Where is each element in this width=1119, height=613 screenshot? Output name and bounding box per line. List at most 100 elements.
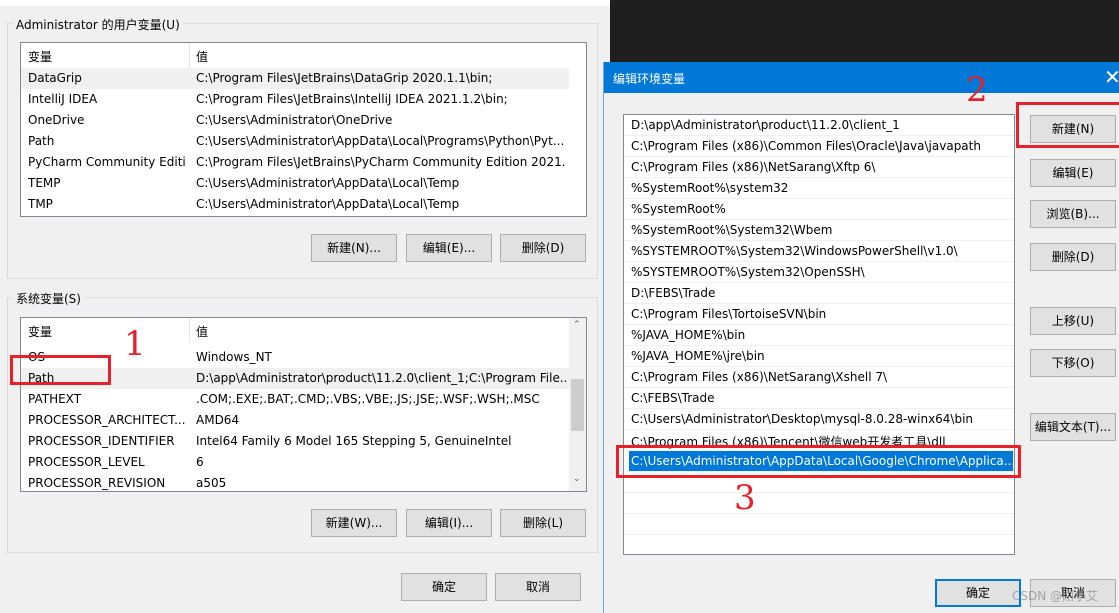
path-list-item[interactable]: %SYSTEMROOT%\System32\WindowsPowerShell\… bbox=[624, 241, 1014, 262]
annotation-step-3: 3 bbox=[734, 478, 756, 518]
table-row[interactable]: PROCESSOR_REVISION a505 bbox=[21, 473, 569, 491]
column-header-name[interactable]: 变量 bbox=[28, 323, 52, 340]
variable-value: Windows_NT bbox=[196, 350, 272, 364]
cancel-button[interactable]: 取消 bbox=[495, 573, 581, 601]
system-delete-button[interactable]: 删除(L) bbox=[500, 509, 586, 537]
ok-button[interactable]: 确定 bbox=[401, 573, 487, 601]
variable-value: .COM;.EXE;.BAT;.CMD;.VBS;.VBE;.JS;.JSE;.… bbox=[196, 392, 540, 406]
variable-name: Path bbox=[28, 134, 55, 148]
system-variables-title: 系统变量(S) bbox=[13, 290, 84, 307]
table-row[interactable]: OneDrive C:\Users\Administrator\OneDrive bbox=[21, 110, 569, 131]
path-list-item[interactable]: C:\FEBS\Trade bbox=[624, 388, 1014, 409]
dialog-browse-button[interactable]: 浏览(B)... bbox=[1030, 200, 1116, 228]
path-list-item[interactable]: C:\Program Files\TortoiseSVN\bin bbox=[624, 304, 1014, 325]
path-list-item[interactable]: %JAVA_HOME%\bin bbox=[624, 325, 1014, 346]
dialog-move-up-button[interactable]: 上移(U) bbox=[1030, 307, 1116, 335]
annotation-box-1 bbox=[10, 355, 111, 385]
background-window bbox=[610, 0, 1119, 62]
dialog-title: 编辑环境变量 bbox=[613, 72, 686, 86]
variable-value: 6 bbox=[196, 455, 204, 469]
table-row[interactable]: PATHEXT .COM;.EXE;.BAT;.CMD;.VBS;.VBE;.JS… bbox=[21, 389, 569, 410]
variable-value: AMD64 bbox=[196, 413, 240, 427]
path-list-item[interactable]: %SystemRoot%\System32\Wbem bbox=[624, 220, 1014, 241]
scrollbar-thumb[interactable] bbox=[571, 379, 584, 431]
table-row[interactable]: PROCESSOR_ARCHITECT... AMD64 bbox=[21, 410, 569, 431]
watermark: CSDN @刚小艾 bbox=[1012, 589, 1099, 603]
annotation-step-2: 2 bbox=[966, 70, 988, 110]
table-row[interactable]: Path C:\Users\Administrator\AppData\Local… bbox=[21, 131, 569, 152]
table-row[interactable]: PyCharm Community Editi... C:\Program Fil… bbox=[21, 152, 569, 173]
dialog-delete-button[interactable]: 删除(D) bbox=[1030, 243, 1116, 271]
annotation-box-2 bbox=[1016, 102, 1119, 148]
variable-name: DataGrip bbox=[28, 71, 82, 85]
table-row[interactable]: IntelliJ IDEA C:\Program Files\JetBrains\… bbox=[21, 89, 569, 110]
path-list-item[interactable]: D:\app\Administrator\product\11.2.0\clie… bbox=[624, 115, 1014, 136]
column-divider[interactable] bbox=[189, 43, 190, 68]
path-list[interactable]: D:\app\Administrator\product\11.2.0\clie… bbox=[623, 114, 1015, 555]
empty-list-row[interactable] bbox=[624, 493, 1014, 514]
path-list-item[interactable]: C:\Users\Administrator\Desktop\mysql-8.0… bbox=[624, 409, 1014, 430]
variable-value: C:\Program Files\JetBrains\DataGrip 2020… bbox=[196, 71, 493, 85]
path-list-item[interactable]: %JAVA_HOME%\jre\bin bbox=[624, 346, 1014, 367]
variable-value: C:\Users\Administrator\AppData\Local\Tem… bbox=[196, 197, 460, 211]
system-new-button[interactable]: 新建(W)... bbox=[311, 509, 397, 537]
column-header-value[interactable]: 值 bbox=[196, 48, 208, 65]
variable-value: C:\Program Files\JetBrains\PyCharm Commu… bbox=[196, 155, 566, 169]
annotation-step-1: 1 bbox=[124, 324, 146, 364]
table-row[interactable]: DataGrip C:\Program Files\JetBrains\DataG… bbox=[21, 68, 569, 89]
table-row[interactable]: TMP C:\Users\Administrator\AppData\Local\… bbox=[21, 194, 569, 215]
scrollbar[interactable]: ⌃ ⌄ bbox=[569, 318, 586, 491]
variable-value: C:\Users\Administrator\AppData\Local\Pro… bbox=[196, 134, 565, 148]
scroll-up-icon[interactable]: ⌃ bbox=[573, 320, 581, 330]
path-list-item[interactable]: %SystemRoot% bbox=[624, 199, 1014, 220]
window-top-edge bbox=[0, 0, 610, 6]
variable-name: PROCESSOR_LEVEL bbox=[28, 455, 145, 469]
path-list-item[interactable]: C:\Program Files (x86)\Common Files\Orac… bbox=[624, 136, 1014, 157]
path-list-item[interactable]: C:\Program Files (x86)\NetSarang\Xshell … bbox=[624, 367, 1014, 388]
variable-value: Intel64 Family 6 Model 165 Stepping 5, G… bbox=[196, 434, 512, 448]
annotation-box-3 bbox=[616, 445, 1021, 478]
variable-name: OneDrive bbox=[28, 113, 85, 127]
path-list-item[interactable]: D:\FEBS\Trade bbox=[624, 283, 1014, 304]
user-variables-list[interactable]: 变量 值 DataGrip C:\Program Files\JetBrains\… bbox=[20, 42, 587, 217]
column-divider[interactable] bbox=[189, 318, 190, 343]
table-row[interactable]: TEMP C:\Users\Administrator\AppData\Local… bbox=[21, 173, 569, 194]
column-header-name[interactable]: 变量 bbox=[28, 48, 52, 65]
empty-list-row[interactable] bbox=[624, 514, 1014, 535]
dialog-move-down-button[interactable]: 下移(O) bbox=[1030, 349, 1116, 377]
table-row[interactable]: PROCESSOR_IDENTIFIER Intel64 Family 6 Mod… bbox=[21, 431, 569, 452]
scroll-down-icon[interactable]: ⌄ bbox=[573, 474, 581, 484]
system-edit-button[interactable]: 编辑(I)... bbox=[406, 509, 492, 537]
variable-name: IntelliJ IDEA bbox=[28, 92, 98, 106]
variable-name: TEMP bbox=[28, 176, 61, 190]
table-row[interactable]: PROCESSOR_LEVEL 6 bbox=[21, 452, 569, 473]
variable-name: PROCESSOR_IDENTIFIER bbox=[28, 434, 175, 448]
variable-name: PyCharm Community Editi... bbox=[28, 155, 186, 169]
dialog-edit-text-button[interactable]: 编辑文本(T)... bbox=[1030, 413, 1116, 441]
system-variables-list[interactable]: 变量 值 OS Windows_NT Path D:\app\Administrato… bbox=[20, 317, 587, 492]
list-header: 变量 值 bbox=[21, 43, 586, 68]
path-list-item[interactable]: %SystemRoot%\system32 bbox=[624, 178, 1014, 199]
variable-value: C:\Users\Administrator\OneDrive bbox=[196, 113, 393, 127]
variable-name: PROCESSOR_REVISION bbox=[28, 476, 166, 490]
path-list-item[interactable]: %SYSTEMROOT%\System32\OpenSSH\ bbox=[624, 262, 1014, 283]
user-variables-title: Administrator 的用户变量(U) bbox=[13, 16, 183, 33]
column-header-value[interactable]: 值 bbox=[196, 323, 208, 340]
list-header: 变量 值 bbox=[21, 318, 586, 343]
variable-value: a505 bbox=[196, 476, 227, 490]
dialog-edit-button[interactable]: 编辑(E) bbox=[1030, 159, 1116, 187]
user-edit-button[interactable]: 编辑(E)... bbox=[406, 234, 492, 262]
dialog-title-bar[interactable]: 编辑环境变量 ✕ bbox=[604, 62, 1119, 93]
variable-name: TMP bbox=[28, 197, 53, 211]
variable-value: C:\Users\Administrator\AppData\Local\Tem… bbox=[196, 176, 460, 190]
dialog-ok-button[interactable]: 确定 bbox=[935, 579, 1021, 607]
user-new-button[interactable]: 新建(N)... bbox=[311, 234, 397, 262]
variable-value: D:\app\Administrator\product\11.2.0\clie… bbox=[196, 371, 566, 385]
close-icon[interactable]: ✕ bbox=[1104, 65, 1119, 89]
path-list-item[interactable]: C:\Program Files (x86)\NetSarang\Xftp 6\ bbox=[624, 157, 1014, 178]
variable-name: PROCESSOR_ARCHITECT... bbox=[28, 413, 186, 427]
user-delete-button[interactable]: 删除(D) bbox=[500, 234, 586, 262]
variable-name: PATHEXT bbox=[28, 392, 82, 406]
empty-list-row[interactable] bbox=[624, 535, 1014, 554]
variable-value: C:\Program Files\JetBrains\IntelliJ IDEA… bbox=[196, 92, 508, 106]
